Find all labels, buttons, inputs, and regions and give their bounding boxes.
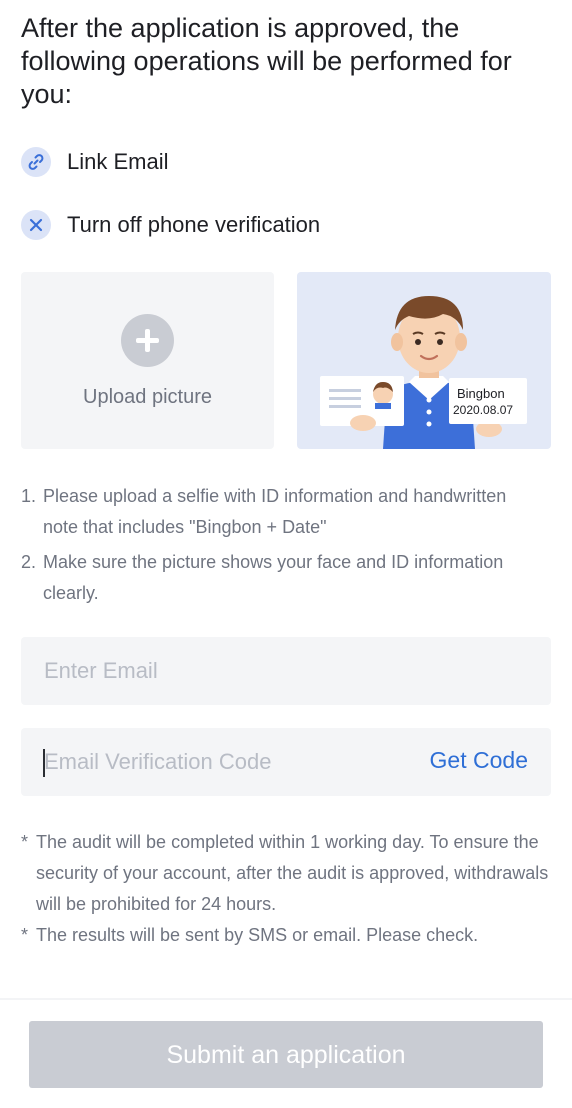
operation-label: Turn off phone verification xyxy=(67,212,321,237)
note-card-name: Bingbon xyxy=(457,386,505,401)
audit-notes: * The audit will be completed within 1 w… xyxy=(21,827,551,951)
operation-turn-off-phone-verification: Turn off phone verification xyxy=(21,210,320,240)
instruction-number: 1. xyxy=(21,486,37,506)
note-item: * The results will be sent by SMS or ema… xyxy=(21,920,551,951)
note-card-date: 2020.08.07 xyxy=(453,403,514,417)
note-text: The results will be sent by SMS or email… xyxy=(36,925,479,945)
instruction-number: 2. xyxy=(21,552,37,572)
upload-picture-button[interactable]: Upload picture xyxy=(21,272,274,449)
operation-link-email: Link Email xyxy=(21,147,168,177)
text-caret xyxy=(43,749,45,777)
instruction-text: Make sure the picture shows your face an… xyxy=(43,552,504,603)
instruction-item: 2. Make sure the picture shows your face… xyxy=(21,547,541,609)
upload-picture-label: Upload picture xyxy=(83,386,212,408)
selfie-illustration xyxy=(320,296,527,449)
submit-application-button[interactable]: Submit an application xyxy=(29,1021,543,1088)
plus-icon xyxy=(121,314,174,367)
example-selfie-image: Bingbon 2020.08.07 xyxy=(297,272,551,449)
email-field-container xyxy=(21,637,551,705)
footer-divider xyxy=(0,998,572,1000)
email-input[interactable] xyxy=(21,637,551,705)
instruction-item: 1. Please upload a selfie with ID inform… xyxy=(21,481,541,543)
link-icon xyxy=(21,147,51,177)
note-text: The audit will be completed within 1 wor… xyxy=(36,832,549,914)
close-icon xyxy=(21,210,51,240)
note-mark: * xyxy=(21,925,29,945)
upload-instructions: 1. Please upload a selfie with ID inform… xyxy=(21,481,541,609)
verification-code-field-container: Get Code xyxy=(21,728,551,796)
page-heading: After the application is approved, the f… xyxy=(21,13,512,109)
note-item: * The audit will be completed within 1 w… xyxy=(21,827,551,920)
instruction-text: Please upload a selfie with ID informati… xyxy=(43,486,507,537)
get-code-button[interactable]: Get Code xyxy=(430,747,528,774)
note-mark: * xyxy=(21,832,29,852)
operation-label: Link Email xyxy=(67,149,169,174)
